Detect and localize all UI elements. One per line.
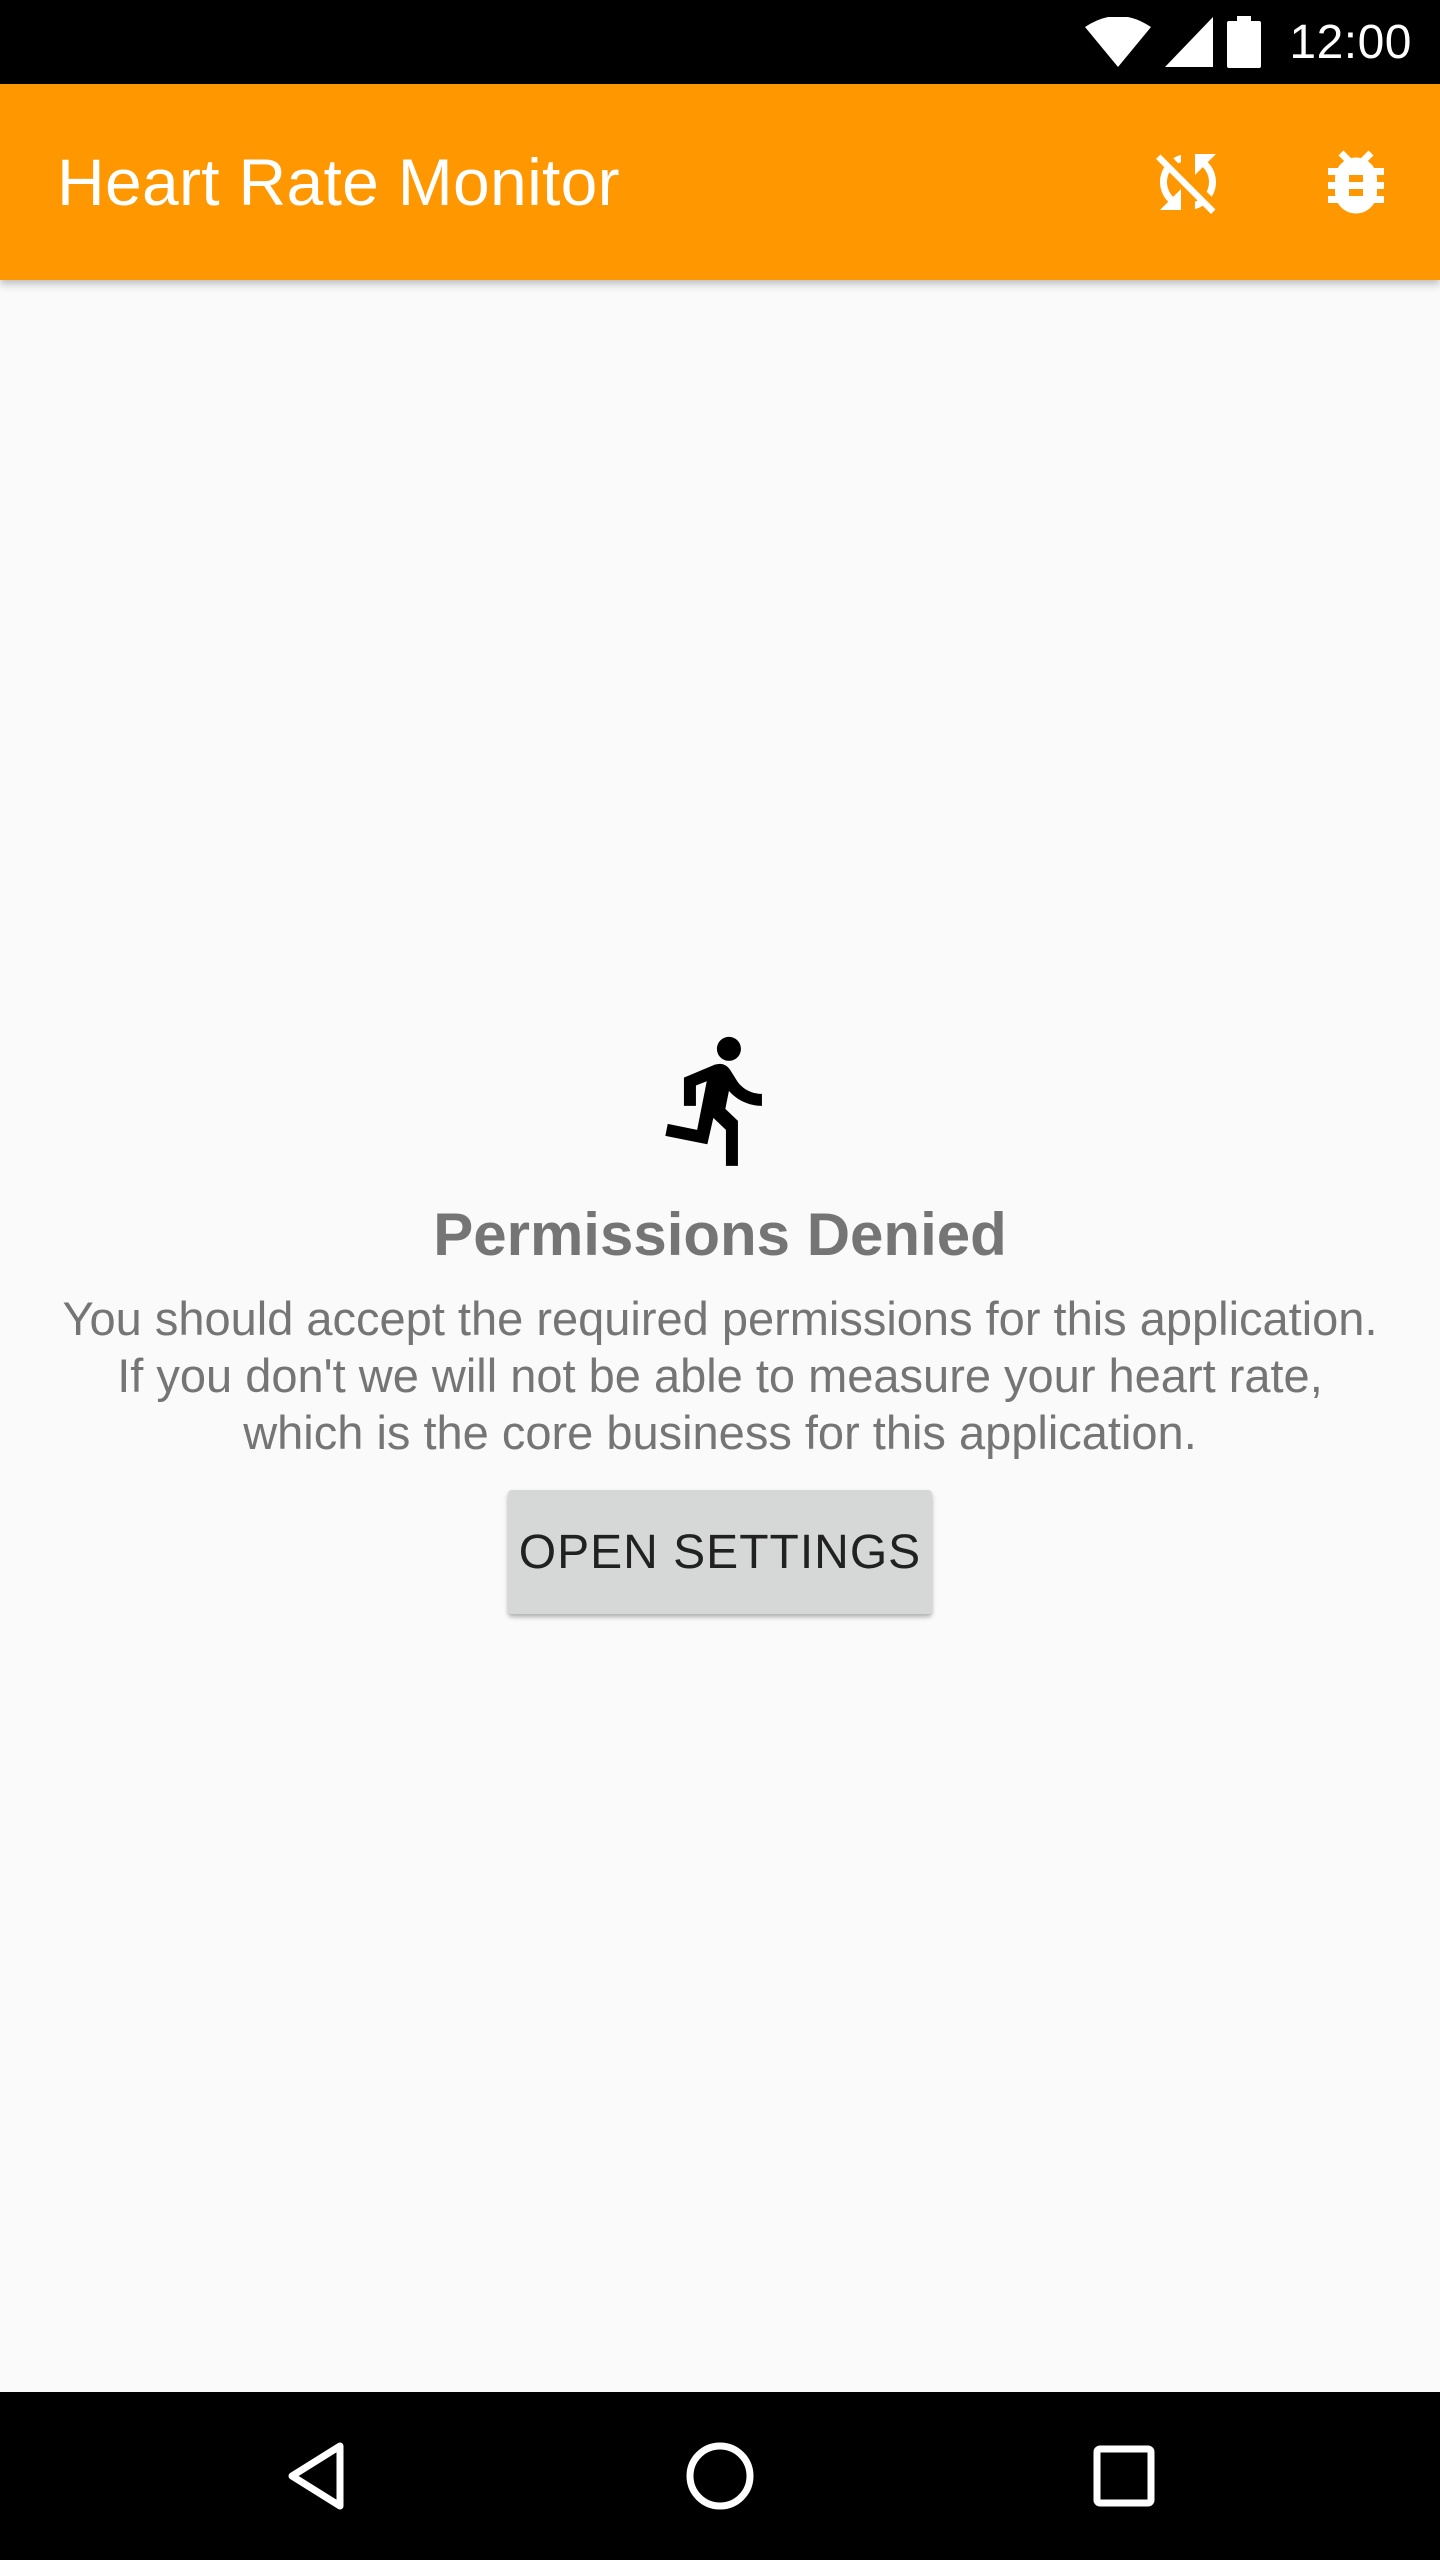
running-person-icon [665,1036,762,1166]
app-bar: Heart Rate Monitor [0,84,1440,280]
bug-report-icon [1328,150,1384,214]
navigation-bar [0,2392,1440,2560]
open-settings-button[interactable]: OPEN SETTINGS [508,1490,932,1614]
wifi-icon [1085,17,1152,67]
app-screen: 12:00 Heart Rate Monitor Permissions Den… [0,0,1440,2560]
bug-report-button[interactable] [1308,134,1404,230]
sync-disabled-icon [1156,154,1216,214]
cellular-signal-icon [1165,17,1214,67]
app-title: Heart Rate Monitor [57,145,620,219]
status-icons: 12:00 [1085,0,1412,84]
recents-button[interactable] [1074,2426,1174,2526]
back-icon [288,2442,344,2510]
recents-icon [1093,2445,1155,2507]
status-bar: 12:00 [0,0,1440,84]
home-button[interactable] [670,2426,770,2526]
sync-disabled-button[interactable] [1140,134,1236,230]
permissions-title: Permissions Denied [433,1201,1007,1268]
status-time: 12:00 [1289,15,1412,69]
permissions-message: You should accept the required permissio… [62,1292,1378,1459]
home-icon [686,2442,754,2510]
battery-icon [1227,16,1262,68]
back-button[interactable] [266,2426,366,2526]
permissions-denied-panel: Permissions Denied You should accept the… [0,280,1440,2392]
